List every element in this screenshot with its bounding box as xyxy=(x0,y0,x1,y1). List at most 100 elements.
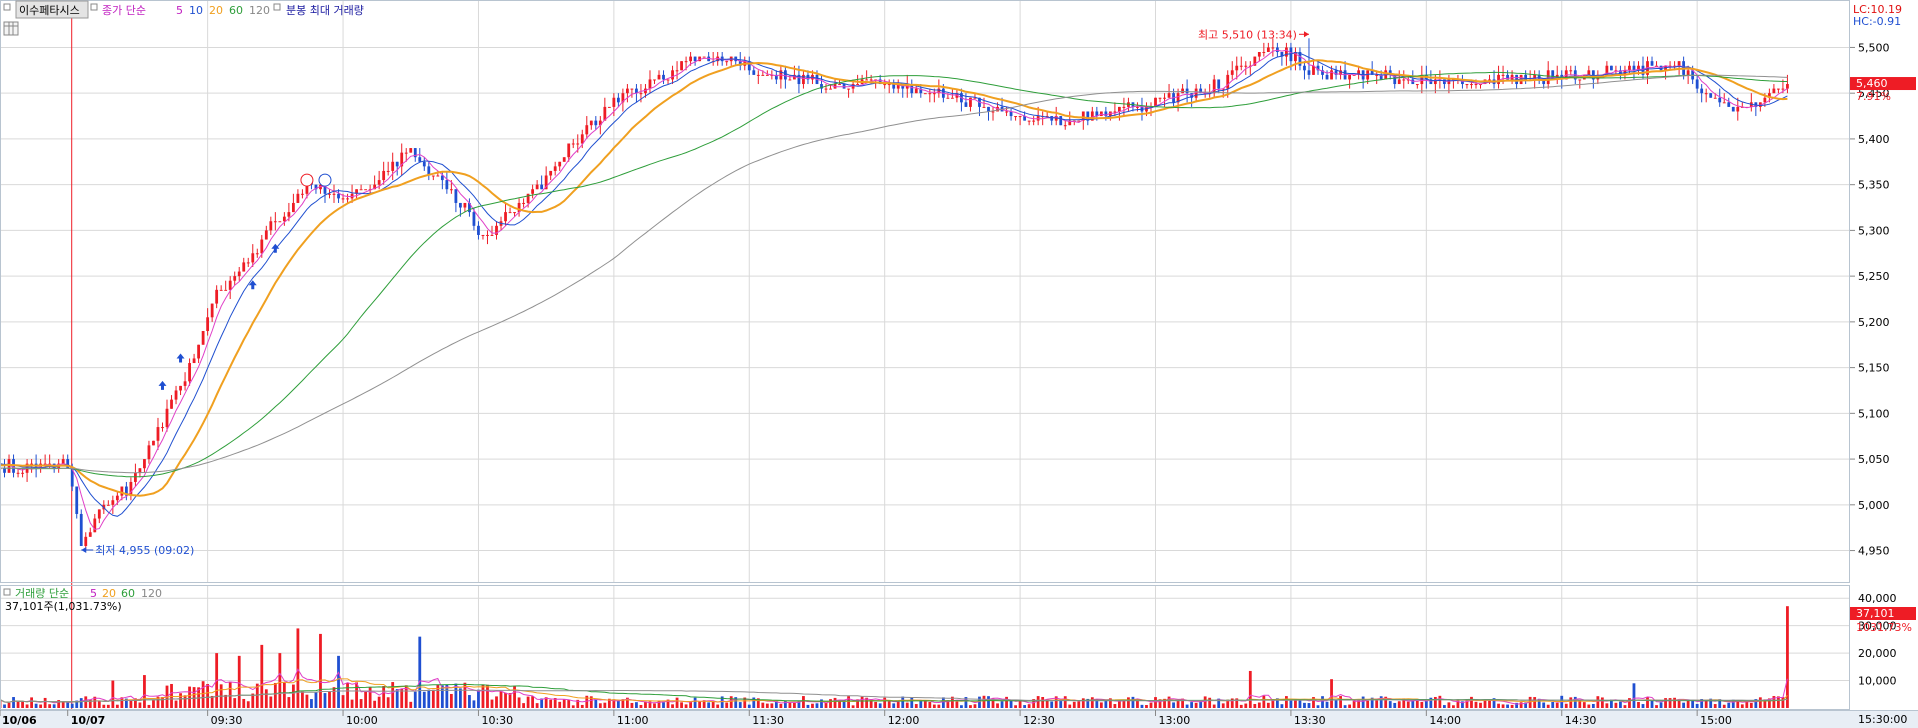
volume-bar xyxy=(449,693,453,708)
volume-bar xyxy=(1542,702,1546,708)
volume-bar xyxy=(206,683,210,708)
candle-body xyxy=(291,202,295,213)
candle-body xyxy=(1497,74,1500,85)
volume-bar xyxy=(1090,697,1094,708)
candle-body xyxy=(865,79,869,81)
volume-bar xyxy=(1474,701,1478,708)
candle-body xyxy=(883,84,887,86)
volume-bar xyxy=(458,688,462,708)
volume-bar xyxy=(1068,704,1072,708)
volume-bar xyxy=(941,697,945,708)
candle-body xyxy=(1113,111,1117,113)
candle-body xyxy=(246,262,250,264)
candle-body xyxy=(341,198,345,200)
volume-bar xyxy=(1659,702,1663,708)
volume-bar xyxy=(824,702,828,708)
volume-bar xyxy=(1758,697,1762,708)
volume-bar xyxy=(517,697,521,708)
candle-body xyxy=(553,166,557,171)
volume-bar xyxy=(1438,695,1442,708)
candle-body xyxy=(409,148,413,153)
candle-body xyxy=(490,234,494,236)
candle-body xyxy=(1271,47,1275,49)
volume-bar xyxy=(282,682,286,708)
volume-bar xyxy=(1343,705,1347,708)
candle-body xyxy=(761,74,765,76)
candle-body xyxy=(445,180,449,190)
candle-body xyxy=(143,459,146,469)
volume-bar xyxy=(188,686,191,708)
candle-body xyxy=(1677,61,1681,66)
volume-bar xyxy=(635,702,638,708)
candle-body xyxy=(540,184,544,190)
volume-bar xyxy=(233,698,237,708)
candle-body xyxy=(1063,125,1067,127)
time-tick-label: 15:00 xyxy=(1700,714,1732,727)
svg-text:20: 20 xyxy=(102,587,116,600)
candle-body xyxy=(1609,65,1613,71)
volume-bar xyxy=(43,697,47,708)
volume-bar xyxy=(914,704,918,708)
candle-body xyxy=(1185,88,1189,94)
volume-bar xyxy=(711,701,715,708)
volume-bar xyxy=(30,697,33,708)
candle-body xyxy=(1470,84,1473,86)
volume-bar xyxy=(1695,703,1699,708)
volume-bar xyxy=(323,693,327,708)
candle-body xyxy=(1244,65,1248,67)
table-icon[interactable] xyxy=(3,21,19,36)
volume-bar xyxy=(1348,704,1352,708)
volume-bar xyxy=(603,702,607,708)
candle-body xyxy=(431,175,435,177)
volume-bar xyxy=(1321,696,1324,708)
candle-body xyxy=(1704,93,1708,95)
price-ma-label: 종가 단순 xyxy=(102,4,146,17)
volume-bar xyxy=(1677,700,1681,708)
candle-body xyxy=(1266,47,1270,53)
candle-body xyxy=(21,472,24,474)
volume-bar xyxy=(16,701,20,708)
candle-body xyxy=(1303,65,1306,71)
volume-bar xyxy=(427,689,431,708)
volume-bar xyxy=(1397,701,1401,708)
volume-bar xyxy=(522,703,525,708)
candle-body xyxy=(477,225,480,235)
volume-bar xyxy=(1375,700,1379,708)
candle-body xyxy=(391,161,395,171)
volume-bar xyxy=(179,693,182,708)
candle-body xyxy=(671,70,674,80)
candle-body xyxy=(463,202,467,208)
candle-body xyxy=(571,143,575,145)
volume-bar xyxy=(531,696,535,708)
volume-bar xyxy=(1118,700,1121,708)
volume-bar xyxy=(815,703,819,708)
volume-bar xyxy=(1059,701,1063,708)
candle-body xyxy=(377,180,381,185)
candle-body xyxy=(1118,106,1121,112)
volume-bar xyxy=(779,703,783,708)
candle-body xyxy=(1722,102,1726,104)
candle-body xyxy=(88,532,92,537)
candle-body xyxy=(585,125,589,135)
volume-bar xyxy=(630,702,634,708)
volume-bar xyxy=(639,705,643,708)
candle-body xyxy=(567,143,571,158)
candle-body xyxy=(197,344,201,359)
candle-body xyxy=(1578,79,1582,81)
candle-body xyxy=(838,84,841,86)
time-tick-label: 13:30 xyxy=(1294,714,1326,727)
volume-bar xyxy=(558,701,562,708)
svg-text:60: 60 xyxy=(121,587,135,600)
candle-body xyxy=(115,495,119,501)
candle-body xyxy=(260,239,264,254)
volume-bar xyxy=(1447,702,1451,708)
stock-chart[interactable]: 최고 5,510 (13:34) 최저 4,955 (09:02) 4,950 5,… xyxy=(0,0,1918,728)
volume-bar xyxy=(1740,704,1744,708)
candle-body xyxy=(224,289,228,291)
time-tick-label: 13:00 xyxy=(1159,714,1191,727)
candle-body xyxy=(991,111,995,113)
candle-body xyxy=(228,280,232,290)
volume-bar xyxy=(847,696,850,708)
candle-body xyxy=(404,152,408,154)
candle-body xyxy=(237,271,241,277)
